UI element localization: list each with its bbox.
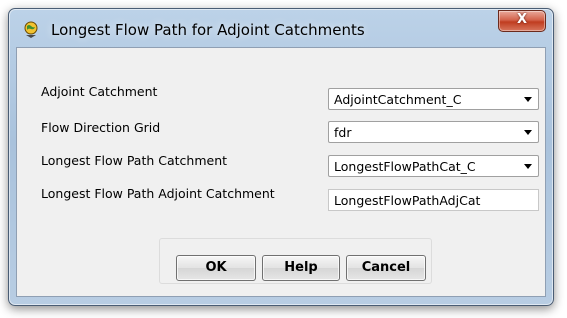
longest-flow-path-catchment-select[interactable]: LongestFlowPathCat_C xyxy=(328,155,539,177)
chevron-down-icon[interactable] xyxy=(524,97,532,102)
longest-flow-path-adjoint-catchment-label: Longest Flow Path Adjoint Catchment xyxy=(41,186,275,201)
longest-flow-path-catchment-label: Longest Flow Path Catchment xyxy=(41,153,228,168)
cancel-button[interactable]: Cancel xyxy=(346,255,426,281)
flow-direction-grid-value: fdr xyxy=(334,125,352,140)
ok-button[interactable]: OK xyxy=(176,255,256,281)
longest-flow-path-adjoint-catchment-value: LongestFlowPathAdjCat xyxy=(334,193,481,208)
dialog-body: Adjoint Catchment AdjointCatchment_C Flo… xyxy=(16,47,546,297)
chevron-down-icon[interactable] xyxy=(524,164,532,169)
close-icon: X xyxy=(516,12,528,27)
globe-pin-icon xyxy=(23,21,39,39)
button-group: OK Help Cancel xyxy=(159,238,432,284)
flow-direction-grid-label: Flow Direction Grid xyxy=(41,120,161,135)
flow-direction-grid-select[interactable]: fdr xyxy=(328,121,539,143)
title-bar[interactable]: Longest Flow Path for Adjoint Catchments… xyxy=(9,9,553,47)
dialog-window: Longest Flow Path for Adjoint Catchments… xyxy=(8,8,554,306)
longest-flow-path-catchment-value: LongestFlowPathCat_C xyxy=(334,159,476,174)
longest-flow-path-adjoint-catchment-input[interactable]: LongestFlowPathAdjCat xyxy=(328,189,539,211)
close-button[interactable]: X xyxy=(498,10,546,32)
window-title: Longest Flow Path for Adjoint Catchments xyxy=(51,21,365,39)
chevron-down-icon[interactable] xyxy=(524,130,532,135)
adjoint-catchment-label: Adjoint Catchment xyxy=(41,84,158,99)
adjoint-catchment-value: AdjointCatchment_C xyxy=(334,92,462,107)
help-button[interactable]: Help xyxy=(262,255,340,281)
adjoint-catchment-select[interactable]: AdjointCatchment_C xyxy=(328,88,539,110)
